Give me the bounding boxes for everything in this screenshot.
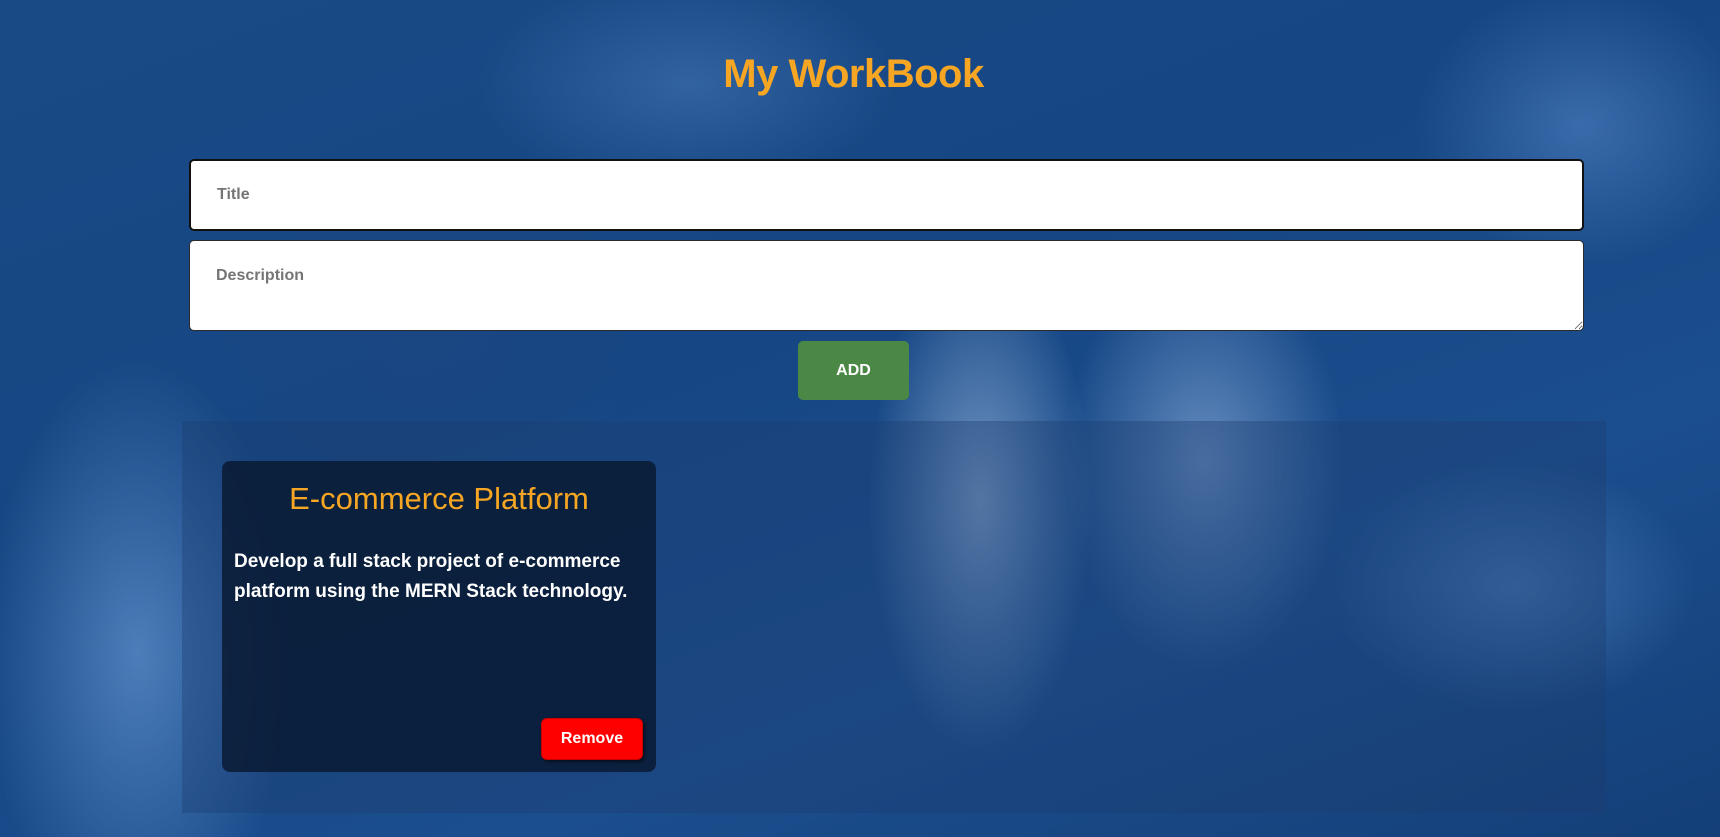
remove-button[interactable]: Remove [541, 718, 643, 760]
note-description: Develop a full stack project of e-commer… [234, 551, 628, 602]
note-card: E-commerce Platform Develop a full stack… [222, 461, 656, 772]
description-textarea[interactable] [189, 240, 1584, 331]
title-input[interactable] [189, 159, 1584, 231]
page-title: My WorkBook [723, 52, 984, 96]
note-title: E-commerce Platform [289, 481, 589, 516]
notes-panel: E-commerce Platform Develop a full stack… [182, 421, 1606, 813]
add-button[interactable]: ADD [798, 341, 909, 400]
